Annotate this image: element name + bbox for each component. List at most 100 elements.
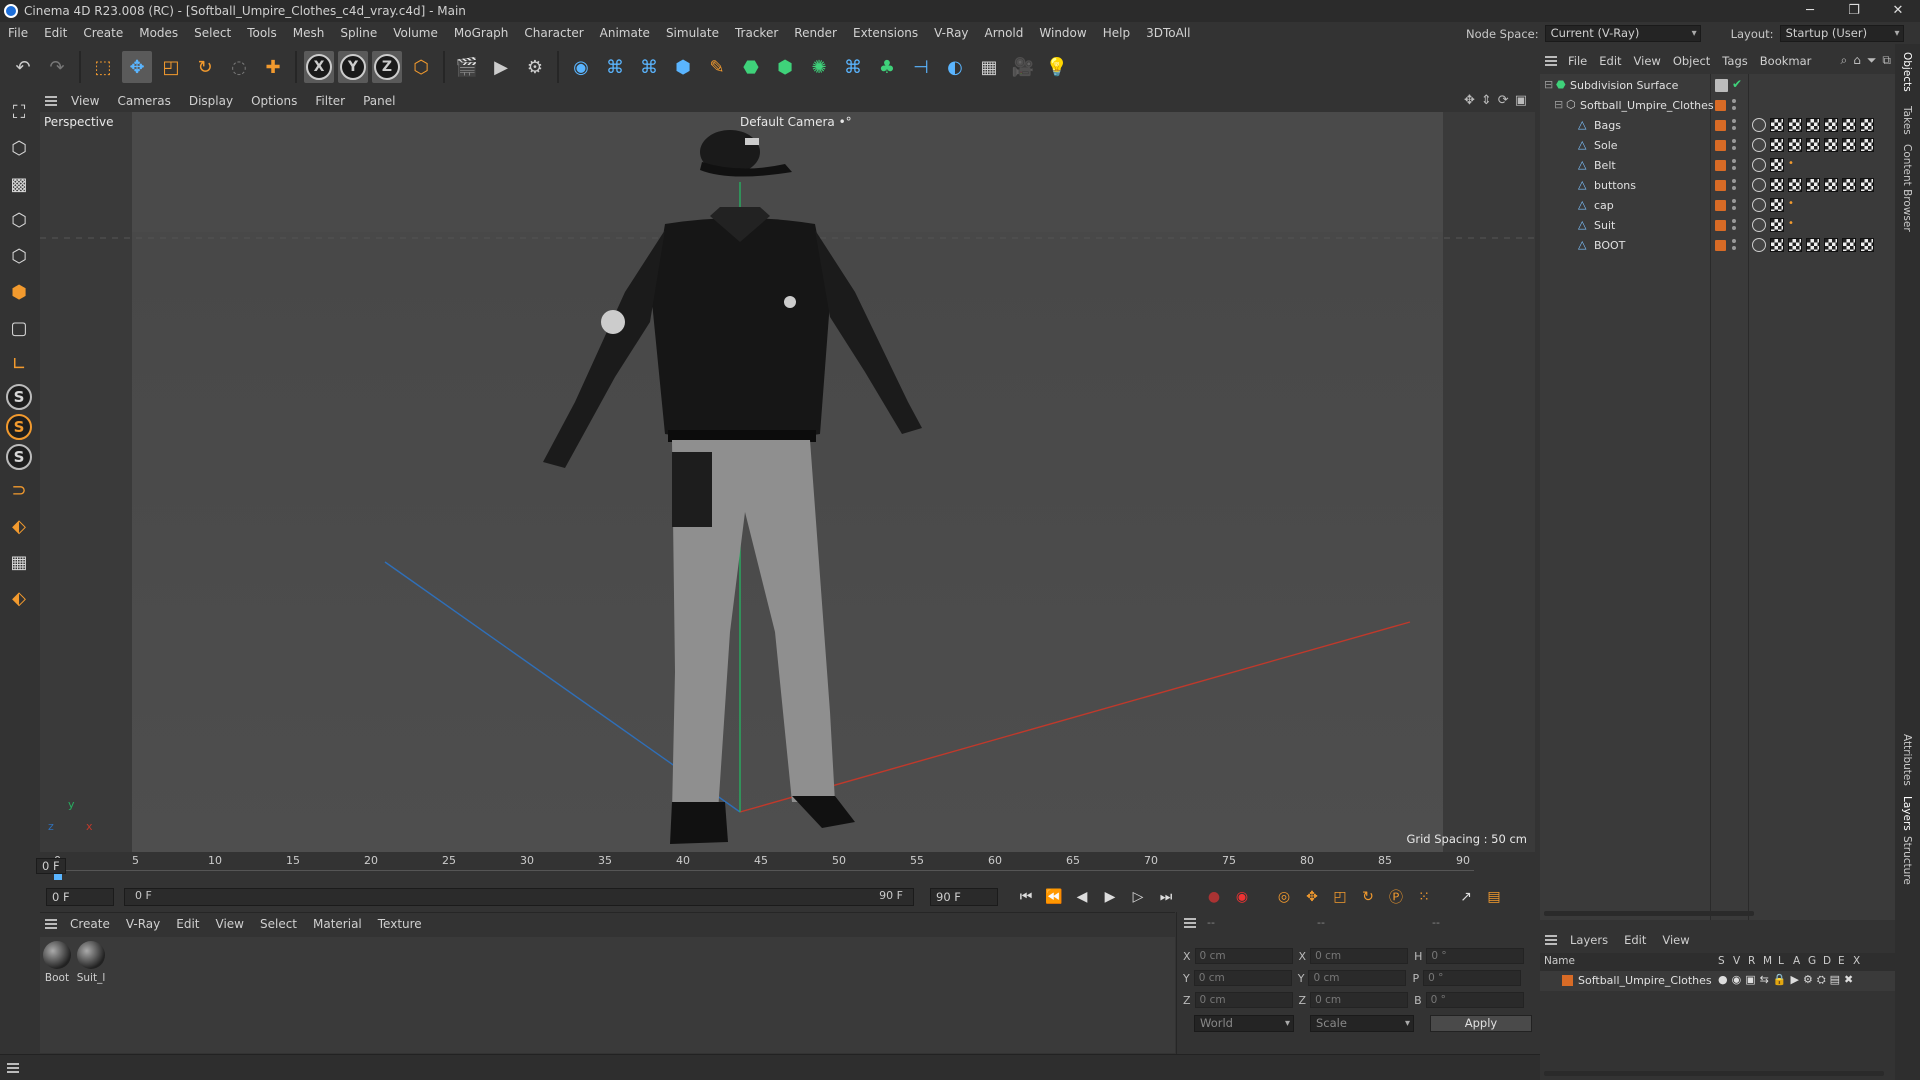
parameter-key-icon[interactable]: Ⓟ bbox=[1385, 886, 1407, 908]
rotate-tool-icon[interactable]: ↻ bbox=[190, 51, 220, 83]
collapse-icon[interactable]: ⊟ bbox=[1554, 99, 1566, 111]
menu-mesh[interactable]: Mesh bbox=[285, 26, 333, 40]
layout-dropdown[interactable]: Startup (User) bbox=[1779, 25, 1904, 42]
layer-menu-icon[interactable] bbox=[1540, 929, 1562, 951]
size-x-field[interactable]: 0 cm bbox=[1310, 948, 1409, 964]
menu-file[interactable]: File bbox=[0, 26, 36, 40]
maximize-button[interactable]: ❐ bbox=[1832, 0, 1876, 22]
polygons-mode-icon[interactable]: ⬢ bbox=[3, 276, 35, 308]
render-view-icon[interactable]: 🎬 bbox=[452, 51, 482, 83]
object-row[interactable]: △ Bags bbox=[1540, 116, 1895, 136]
light-icon[interactable]: 💡 bbox=[1042, 51, 1072, 83]
point-level-key-icon[interactable]: ⁙ bbox=[1413, 886, 1435, 908]
material-menu-texture[interactable]: Texture bbox=[370, 917, 430, 931]
cloner-icon[interactable]: ✺ bbox=[804, 51, 834, 83]
menu-character[interactable]: Character bbox=[516, 26, 591, 40]
menu-tools[interactable]: Tools bbox=[239, 26, 285, 40]
go-to-start-icon[interactable]: ⏮ bbox=[1015, 886, 1037, 908]
end-frame-field[interactable]: 90 F bbox=[930, 888, 998, 906]
timeline-ruler[interactable]: 0 5 10 15 20 25 30 35 40 45 50 55 60 65 … bbox=[36, 852, 1535, 882]
object-row[interactable]: △ Suit • bbox=[1540, 216, 1895, 236]
material-tag-icon[interactable] bbox=[1770, 218, 1784, 232]
viewport-menu-view[interactable]: View bbox=[62, 94, 108, 108]
autokey-icon[interactable]: ◉ bbox=[1231, 886, 1253, 908]
camera-icon[interactable]: 🎥 bbox=[1008, 51, 1038, 83]
material-tag-icon[interactable] bbox=[1770, 238, 1784, 252]
material-tag-icon[interactable] bbox=[1860, 138, 1874, 152]
transform-tool-icon[interactable]: ✚ bbox=[258, 51, 288, 83]
menu-render[interactable]: Render bbox=[786, 26, 845, 40]
new-window-icon[interactable]: ⧉ bbox=[1882, 53, 1891, 68]
object-menu-bookmarks[interactable]: Bookmar bbox=[1754, 54, 1818, 68]
orbit-icon[interactable]: ⟳ bbox=[1498, 93, 1509, 108]
material-tag-icon[interactable] bbox=[1806, 138, 1820, 152]
material-tag-icon[interactable] bbox=[1788, 178, 1802, 192]
layer-menu-edit[interactable]: Edit bbox=[1616, 933, 1654, 947]
object-menu-object[interactable]: Object bbox=[1667, 54, 1716, 68]
vray-tag-icon[interactable] bbox=[1752, 178, 1766, 192]
horizontal-scrollbar[interactable] bbox=[1544, 911, 1754, 916]
tab-layers[interactable]: Layers bbox=[1901, 796, 1913, 831]
snap-settings-icon[interactable]: S bbox=[6, 414, 32, 440]
object-row[interactable]: △ Belt • bbox=[1540, 156, 1895, 176]
workplane-icon[interactable]: ⬖ bbox=[3, 510, 35, 542]
object-menu-edit[interactable]: Edit bbox=[1593, 54, 1627, 68]
menu-volume[interactable]: Volume bbox=[385, 26, 446, 40]
material-tag-icon[interactable] bbox=[1770, 178, 1784, 192]
vray-tag-icon[interactable] bbox=[1752, 218, 1766, 232]
size-y-field[interactable]: 0 cm bbox=[1308, 970, 1407, 986]
live-selection-icon[interactable]: ⬚ bbox=[88, 51, 118, 83]
viewport-menu-display[interactable]: Display bbox=[180, 94, 242, 108]
vray-tag-icon[interactable] bbox=[1752, 238, 1766, 252]
toggle-view-icon[interactable]: ▣ bbox=[1515, 93, 1527, 108]
python-script-icon-2[interactable]: ⌘ bbox=[634, 51, 664, 83]
texture-mode-icon[interactable]: ▩ bbox=[3, 168, 35, 200]
visibility-dots[interactable] bbox=[1732, 199, 1736, 213]
object-menu-icon[interactable] bbox=[1540, 50, 1562, 72]
magnet-icon[interactable]: ⊃ bbox=[3, 474, 35, 506]
visibility-dots[interactable] bbox=[1732, 139, 1736, 153]
material-menu-view[interactable]: View bbox=[208, 917, 252, 931]
layer-swatch[interactable] bbox=[1715, 220, 1726, 231]
material-tag-icon[interactable] bbox=[1788, 138, 1802, 152]
pan-icon[interactable]: ✥ bbox=[1464, 93, 1475, 108]
tab-takes[interactable]: Takes bbox=[1901, 106, 1913, 135]
keyframe-selection-icon[interactable]: ◎ bbox=[1273, 886, 1295, 908]
recent-tool-icon[interactable]: ◌ bbox=[224, 51, 254, 83]
python-generator-icon[interactable]: ⌘ bbox=[838, 51, 868, 83]
spline-wrap-icon[interactable]: ◐ bbox=[940, 51, 970, 83]
visibility-dots[interactable] bbox=[1732, 119, 1736, 133]
tab-attributes[interactable]: Attributes bbox=[1901, 734, 1913, 786]
viewport-menu-panel[interactable]: Panel bbox=[354, 94, 404, 108]
rotation-key-icon[interactable]: ↻ bbox=[1357, 886, 1379, 908]
quantize-icon[interactable]: S bbox=[6, 444, 32, 470]
vray-tag-icon[interactable] bbox=[1752, 158, 1766, 172]
menu-window[interactable]: Window bbox=[1031, 26, 1094, 40]
search-icon[interactable]: ⌕ bbox=[1840, 53, 1847, 68]
menu-simulate[interactable]: Simulate bbox=[658, 26, 727, 40]
python-script-icon-1[interactable]: ⌘ bbox=[600, 51, 630, 83]
material-tag-icon[interactable] bbox=[1860, 238, 1874, 252]
material-tag-icon[interactable] bbox=[1788, 118, 1802, 132]
object-row[interactable]: ⊟ ⬣ Subdivision Surface ✔ bbox=[1540, 76, 1895, 96]
render-to-picture-viewer-icon[interactable]: ▶ bbox=[486, 51, 516, 83]
workplane-lock-icon[interactable]: ⬖ bbox=[3, 582, 35, 614]
layer-menu-view[interactable]: View bbox=[1654, 933, 1697, 947]
object-row[interactable]: △ Sole bbox=[1540, 136, 1895, 156]
model-mode-icon[interactable]: ⬡ bbox=[3, 132, 35, 164]
material-tag-icon[interactable] bbox=[1842, 118, 1856, 132]
close-button[interactable]: ✕ bbox=[1876, 0, 1920, 22]
vray-tag-icon[interactable] bbox=[1752, 118, 1766, 132]
vray-tag-icon[interactable] bbox=[1752, 138, 1766, 152]
material-tag-icon[interactable] bbox=[1770, 198, 1784, 212]
material-menu-material[interactable]: Material bbox=[305, 917, 370, 931]
subdivision-surface-icon[interactable]: ⬣ bbox=[736, 51, 766, 83]
visibility-dots[interactable] bbox=[1732, 159, 1736, 173]
menu-extensions[interactable]: Extensions bbox=[845, 26, 926, 40]
layer-swatch[interactable] bbox=[1715, 200, 1726, 211]
home-icon[interactable]: ⌂ bbox=[1853, 53, 1861, 68]
position-key-icon[interactable]: ✥ bbox=[1301, 886, 1323, 908]
scale-tool-icon[interactable]: ◰ bbox=[156, 51, 186, 83]
layer-row[interactable]: Softball_Umpire_Clothes ●◉▣⇆🔒▶⚙⛭▤✖ bbox=[1540, 971, 1895, 991]
material-tag-icon[interactable] bbox=[1842, 238, 1856, 252]
